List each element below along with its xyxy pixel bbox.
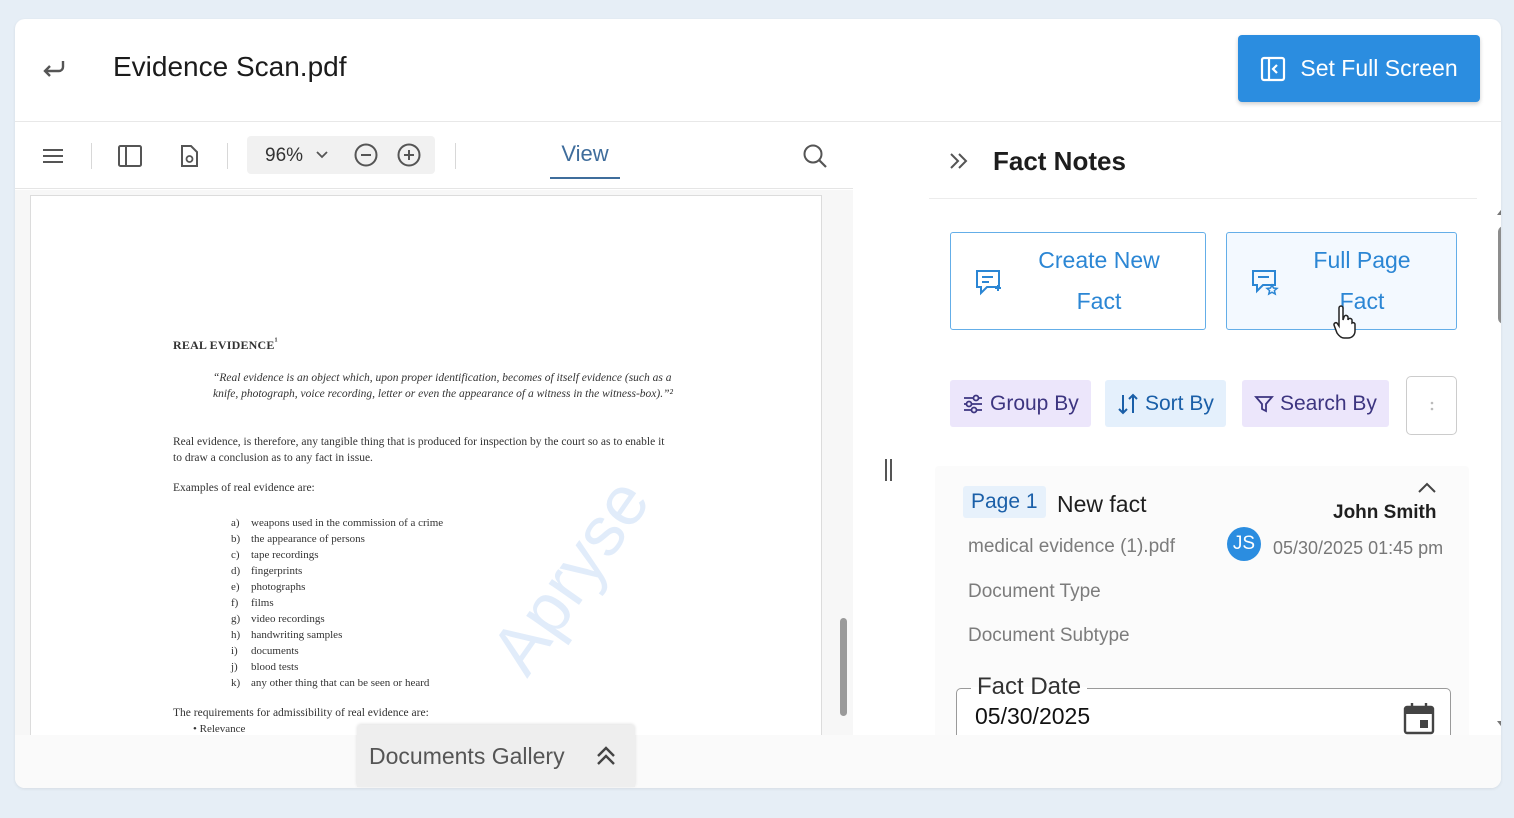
list-item: i) documents [231,645,299,657]
fact-timestamp: 05/30/2025 01:45 pm [1273,538,1444,558]
search-icon[interactable] [802,143,828,169]
footer-bar [15,735,1501,788]
toolbar-divider [91,143,92,169]
zoom-in-icon[interactable] [396,142,422,168]
fullscreen-icon [1260,56,1286,82]
app-window: Evidence Scan.pdf Set Full Screen 96% Vi… [15,19,1501,788]
more-options-button[interactable] [1406,376,1457,435]
list-item: h) handwriting samples [231,629,343,641]
fact-date-input[interactable] [975,703,1275,730]
list-item: f) films [231,597,274,609]
search-by-button[interactable]: Search By [1242,380,1389,427]
documents-gallery-tab[interactable]: Documents Gallery [357,725,635,787]
sort-arrows-icon [1117,392,1139,416]
viewer-scrollbar[interactable] [840,618,847,716]
document-type: Document Type [968,581,1101,602]
page-examples-intro: Examples of real evidence are: [173,482,315,494]
double-chevron-right-icon[interactable] [947,149,971,173]
page-badge[interactable]: Page 1 [963,486,1046,518]
panel-resize-handle[interactable] [885,459,893,481]
page-quote: “Real evidence is an object which, upon … [213,372,673,400]
filter-funnel-icon [1254,394,1274,414]
menu-icon[interactable] [40,143,66,169]
watermark: Apryse [475,464,665,688]
source-file[interactable]: medical evidence (1).pdf [968,536,1175,558]
toolbar-divider [455,143,456,169]
list-item: g) video recordings [231,613,325,625]
panel-header: Fact Notes [929,123,1477,199]
document-subtype: Document Subtype [968,625,1130,646]
calendar-icon[interactable] [1402,701,1436,735]
set-full-screen-label: Set Full Screen [1300,55,1458,81]
fact-date-label: Fact Date [971,673,1088,701]
return-arrow-icon[interactable] [39,53,69,83]
pdf-viewer: 96% View REAL EVIDENCE¹ “Real evidence i… [15,123,853,735]
avatar: JS [1227,527,1261,561]
create-new-fact-button[interactable]: Create New Fact [950,232,1206,330]
chevron-up-icon[interactable] [1415,478,1439,498]
page-requirements: The requirements for admissibility of re… [173,707,429,719]
comment-star-icon [1249,267,1279,297]
page-paragraph: Real evidence, is therefore, any tangibl… [173,436,665,464]
panel-scrollbar[interactable] [1498,226,1501,324]
sort-by-label: Sort By [1145,391,1214,415]
list-item: b) the appearance of persons [231,533,365,545]
document-title: Evidence Scan.pdf [113,51,347,82]
comment-add-icon [973,267,1003,297]
list-item: e) photographs [231,581,306,593]
panel-title: Fact Notes [993,146,1126,176]
create-new-fact-label: Create New Fact [1038,247,1160,314]
group-by-label: Group By [990,391,1079,415]
hand-cursor-icon [1331,305,1357,339]
fact-author: John Smith [1333,502,1437,523]
fact-name: New fact [1057,491,1147,517]
viewer-toolbar: 96% View [15,123,853,189]
sidebar-panel-icon[interactable] [117,143,143,169]
page-relevance: • Relevance [193,723,246,735]
list-item: k) any other thing that can be seen or he… [231,677,430,689]
fact-card[interactable]: Page 1 New fact John Smith JS 05/30/2025… [935,466,1469,758]
sort-by-button[interactable]: Sort By [1105,380,1226,427]
search-by-label: Search By [1280,391,1377,415]
more-vertical-icon [1429,396,1435,416]
examples-list: a) weapons used in the commission of a cr… [231,515,443,691]
sliders-icon [962,393,984,415]
list-item: c) tape recordings [231,549,319,561]
filter-toolbar: Group By Sort By Search By [950,376,1460,436]
fact-notes-panel: Fact Notes Create New Fact Full Page Fact … [929,123,1501,758]
document-settings-icon[interactable] [176,143,202,169]
scroll-down-arrow[interactable] [1497,721,1501,730]
page-heading: REAL EVIDENCE¹ [173,336,278,352]
pdf-page: REAL EVIDENCE¹ “Real evidence is an obje… [30,195,822,735]
list-item: j) blood tests [231,661,299,673]
toolbar-divider [227,143,228,169]
set-full-screen-button[interactable]: Set Full Screen [1238,35,1480,102]
pdf-page-area[interactable]: REAL EVIDENCE¹ “Real evidence is an obje… [15,190,853,735]
zoom-level[interactable]: 96% [265,145,303,167]
header: Evidence Scan.pdf Set Full Screen [15,19,1501,122]
list-item: a) weapons used in the commission of a cr… [231,517,444,529]
zoom-control: 96% [247,136,435,174]
scroll-up-arrow[interactable] [1497,206,1501,215]
tab-view[interactable]: View [550,141,620,179]
zoom-out-icon[interactable] [353,142,379,168]
group-by-button[interactable]: Group By [950,380,1091,427]
list-item: d) fingerprints [231,565,303,577]
full-page-fact-label: Full Page Fact [1313,247,1411,314]
double-chevron-up-icon [593,743,619,769]
chevron-down-icon[interactable] [315,148,329,162]
documents-gallery-label: Documents Gallery [369,743,565,769]
